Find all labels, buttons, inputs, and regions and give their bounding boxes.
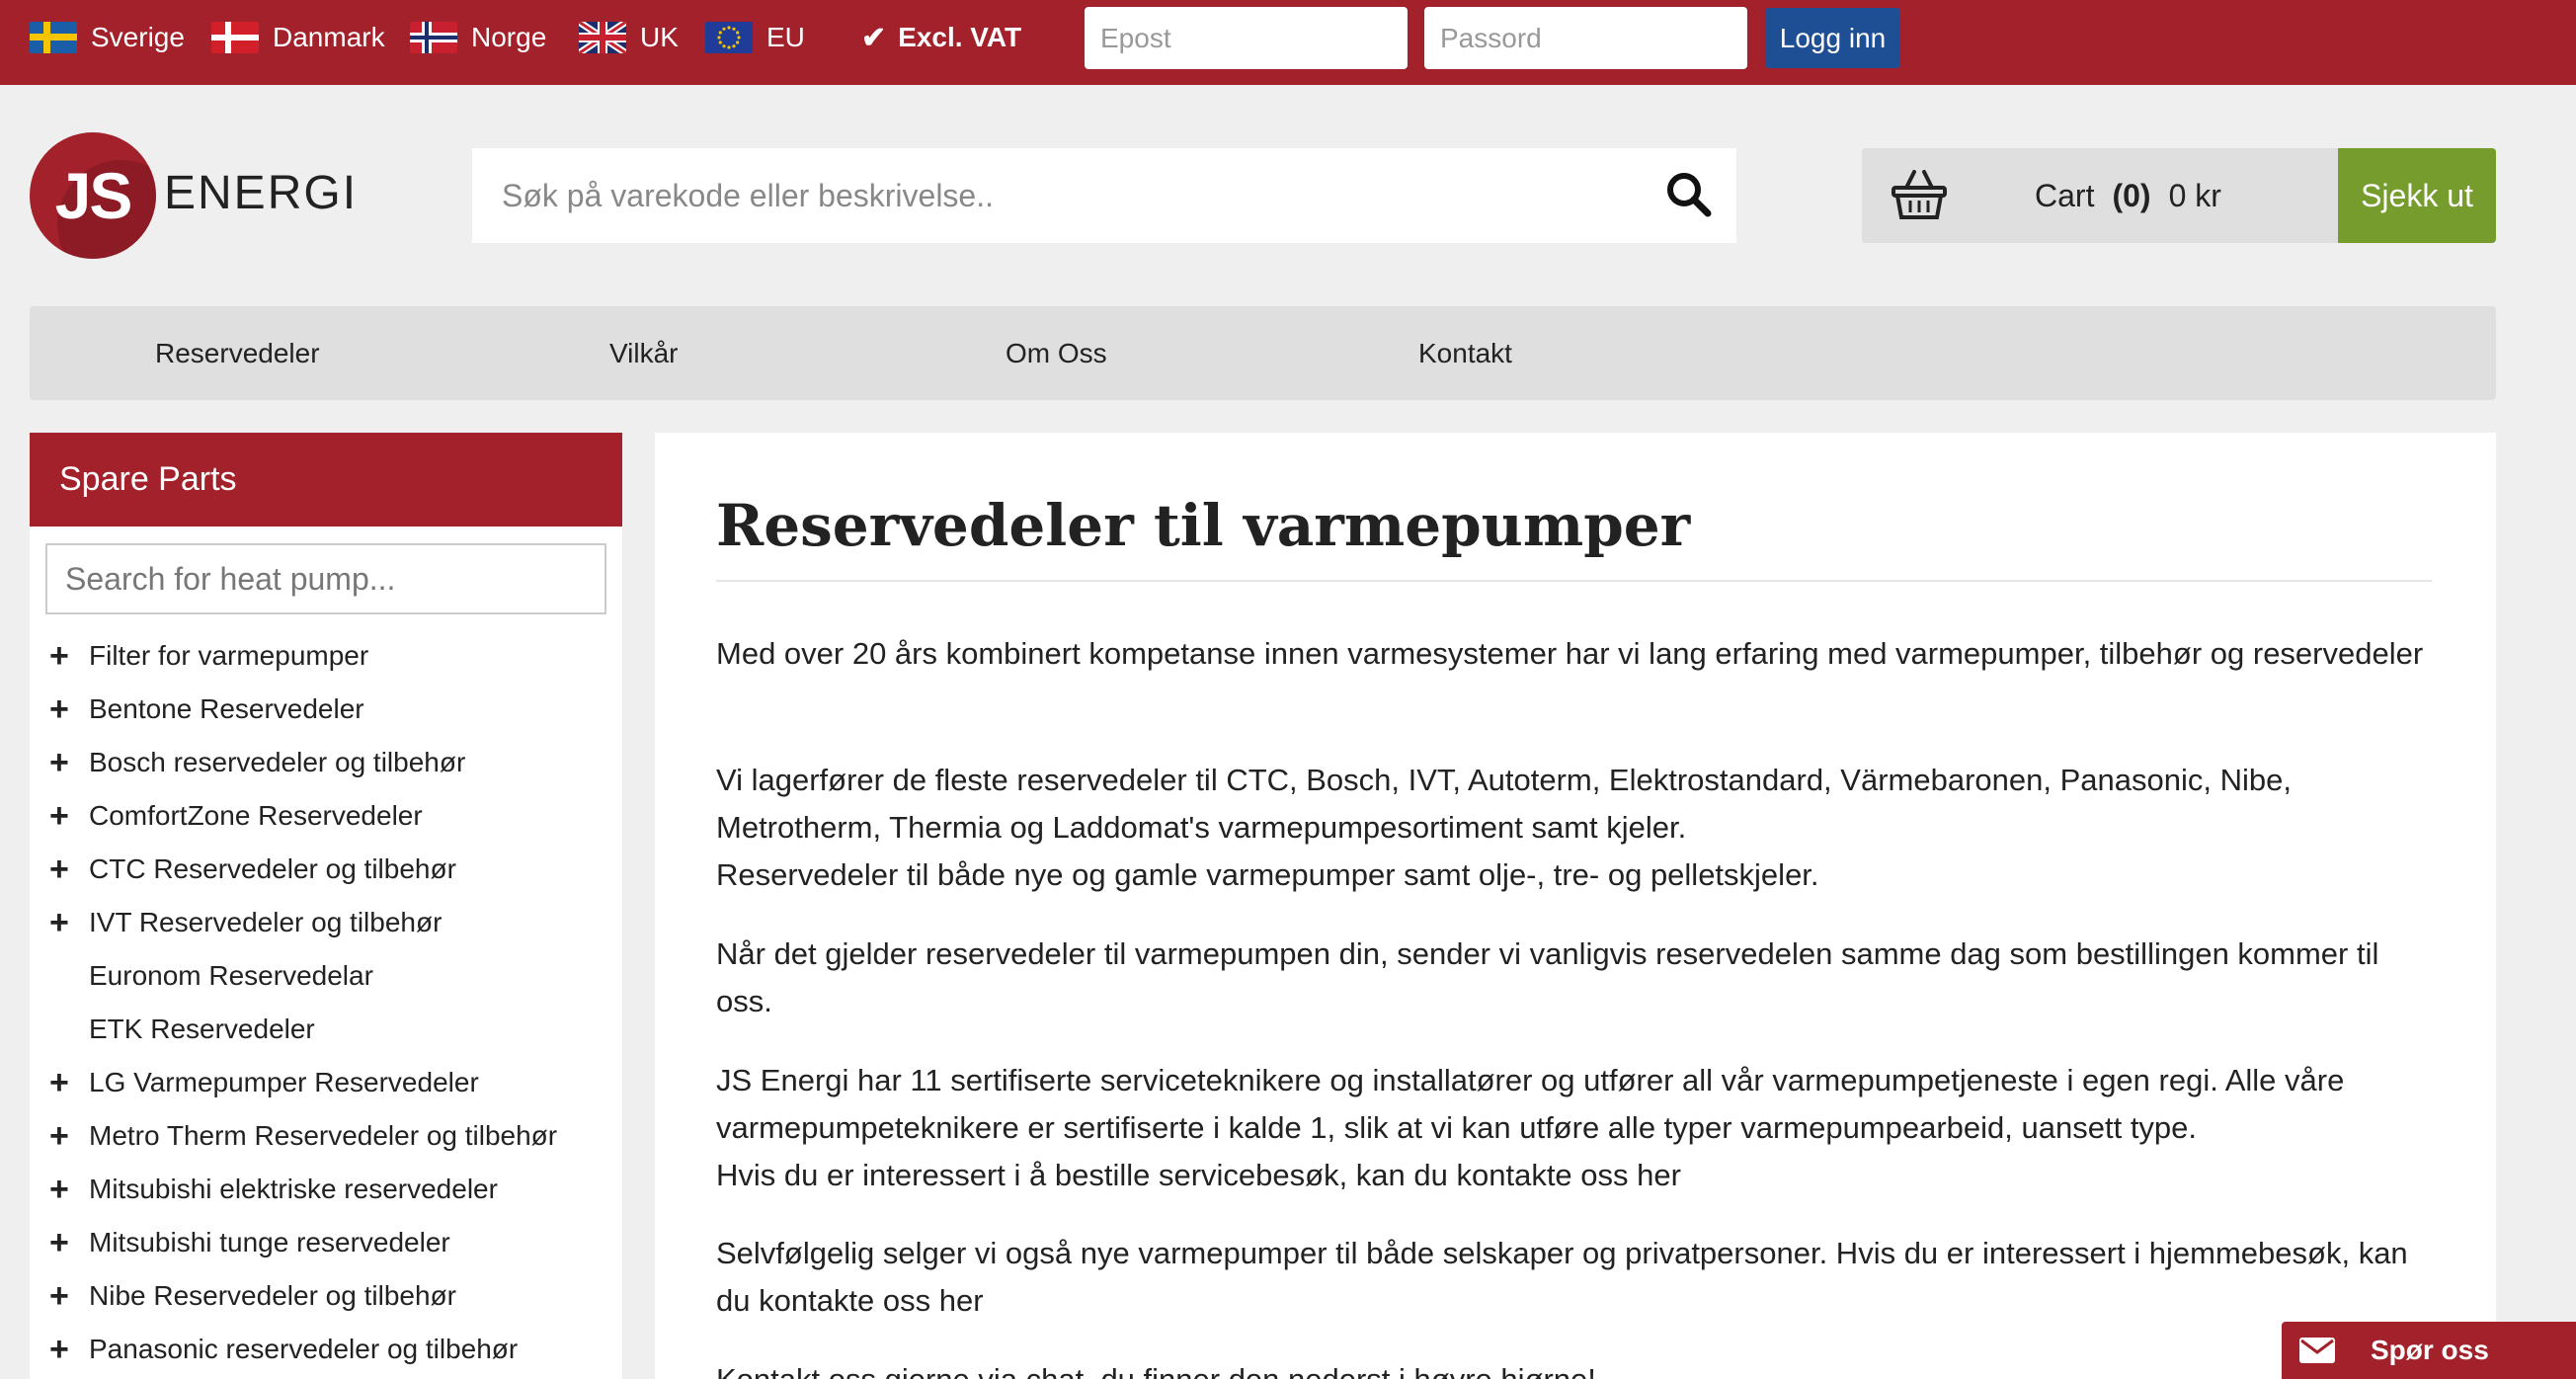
contact-link-home-visit[interactable]: Selvfølgelig selger vi også nye varmepum… <box>716 1230 2432 1325</box>
category-label: ETK Reservedeler <box>89 1014 315 1044</box>
checkout-button[interactable]: Sjekk ut <box>2338 148 2496 243</box>
plus-icon[interactable]: + <box>49 1066 89 1099</box>
plus-icon[interactable]: + <box>49 1119 89 1153</box>
page-title: Reservedeler til varmepumper <box>716 492 1691 559</box>
language-label: Norge <box>471 22 547 52</box>
eu-flag-icon <box>705 22 753 53</box>
category-label: Filter for varmepumper <box>89 640 369 671</box>
plus-icon[interactable]: + <box>49 746 89 779</box>
checkmark-icon: ✔ <box>861 21 887 54</box>
sidebar-category-item[interactable]: + Metro Therm Reservedeler og tilbehør <box>49 1116 557 1156</box>
sidebar-category-item[interactable]: + Nibe Reservedeler og tilbehør <box>49 1276 456 1316</box>
category-label: Bosch reservedeler og tilbehør <box>89 747 466 777</box>
plus-icon[interactable]: + <box>49 692 89 726</box>
login-button[interactable]: Logg inn <box>1765 8 1900 68</box>
category-label: Mitsubishi tunge reservedeler <box>89 1227 450 1257</box>
nav-item-om-oss[interactable]: Om Oss <box>1006 306 1107 400</box>
sidebar-category-item[interactable]: + IVT Reservedeler og tilbehør <box>49 903 442 942</box>
category-label: Euronom Reservedelar <box>89 960 373 991</box>
sidebar-category-item[interactable]: + Mitsubishi elektriske reservedeler <box>49 1170 498 1209</box>
plus-icon[interactable]: + <box>49 1279 89 1313</box>
nav-item-kontakt[interactable]: Kontakt <box>1418 306 1512 400</box>
category-label: Bentone Reservedeler <box>89 693 364 724</box>
search-icon[interactable] <box>1664 170 1714 219</box>
plus-icon[interactable]: + <box>49 852 89 886</box>
cart-total: 0 kr <box>2168 177 2221 213</box>
norway-flag-icon <box>410 22 457 53</box>
sidebar-category-item[interactable]: ETK Reservedeler <box>49 1010 315 1049</box>
paragraph: Når det gjelder reservedeler til varmepu… <box>716 936 2379 1018</box>
cart-label: Cart <box>2035 177 2095 213</box>
language-label: Danmark <box>273 22 385 52</box>
sidebar-category-item[interactable]: + LG Varmepumper Reservedeler <box>49 1063 479 1102</box>
chat-label: Spør oss <box>2371 1335 2489 1365</box>
cart-count: (0) <box>2112 177 2151 213</box>
paragraph: Kontakt oss gjerne via chat, du finner d… <box>716 1356 2432 1379</box>
vat-toggle[interactable]: ✔ Excl. VAT <box>861 0 1021 75</box>
uk-flag-icon <box>579 22 626 53</box>
basket-icon <box>1892 170 1947 219</box>
sidebar-category-item[interactable]: Euronom Reservedelar <box>49 956 373 996</box>
logo-js-text: JS <box>54 159 133 232</box>
paragraph: JS Energi har 11 sertifiserte servicetek… <box>716 1063 2345 1145</box>
plus-icon[interactable]: + <box>49 906 89 939</box>
category-label: IVT Reservedeler og tilbehør <box>89 907 443 937</box>
category-label: CTC Reservedeler og tilbehør <box>89 853 456 884</box>
nav-item-reservedeler[interactable]: Reservedeler <box>155 306 320 400</box>
paragraph: Reservedeler til både nye og gamle varme… <box>716 857 1819 892</box>
category-label: Metro Therm Reservedeler og tilbehør <box>89 1120 558 1151</box>
language-sverige[interactable]: Sverige <box>30 0 185 75</box>
sidebar-title: Spare Parts <box>30 433 622 527</box>
cart-summary[interactable]: Cart (0) 0 kr <box>2035 148 2221 243</box>
heat-pump-search-input[interactable]: Search for heat pump... <box>45 543 606 614</box>
category-label: ComfortZone Reservedeler <box>89 800 423 831</box>
nav-item-vilkar[interactable]: Vilkår <box>609 306 679 400</box>
language-eu[interactable]: EU <box>705 0 805 75</box>
plus-icon[interactable]: + <box>49 1226 89 1259</box>
password-field[interactable]: Passord <box>1424 7 1747 69</box>
search-input[interactable]: Søk på varekode eller beskrivelse.. <box>472 148 1736 243</box>
email-field[interactable]: Epost <box>1085 7 1408 69</box>
main-nav <box>30 306 2496 400</box>
sidebar-category-item[interactable]: + Bosch reservedeler og tilbehør <box>49 743 465 782</box>
language-danmark[interactable]: Danmark <box>211 0 385 75</box>
denmark-flag-icon <box>211 22 259 53</box>
sidebar-category-item[interactable]: + ComfortZone Reservedeler <box>49 796 423 836</box>
sidebar-category-item[interactable]: + Mitsubishi tunge reservedeler <box>49 1223 450 1262</box>
language-label: EU <box>766 22 805 52</box>
plus-icon[interactable]: + <box>49 1333 89 1366</box>
plus-icon[interactable]: + <box>49 1173 89 1206</box>
language-norge[interactable]: Norge <box>410 0 546 75</box>
sidebar-category-item[interactable]: + Bentone Reservedeler <box>49 690 364 729</box>
plus-icon[interactable]: + <box>49 639 89 673</box>
paragraph: Vi lagerfører de fleste reservedeler til… <box>716 763 2292 845</box>
chat-button[interactable]: Spør oss <box>2282 1322 2576 1379</box>
contact-link-service[interactable]: Hvis du er interessert i å bestille serv… <box>716 1152 2432 1199</box>
vat-label: Excl. VAT <box>898 22 1022 52</box>
sidebar-category-item[interactable]: + Panasonic reservedeler og tilbehør <box>49 1330 518 1369</box>
category-label: Panasonic reservedeler og tilbehør <box>89 1334 519 1364</box>
logo-energi-text: ENERGI <box>164 167 359 219</box>
language-label: UK <box>640 22 679 52</box>
language-uk[interactable]: UK <box>579 0 679 75</box>
category-label: Nibe Reservedeler og tilbehør <box>89 1280 456 1311</box>
language-label: Sverige <box>91 22 185 52</box>
sweden-flag-icon <box>30 22 77 53</box>
sidebar-category-item[interactable]: + Filter for varmepumper <box>49 636 368 676</box>
sidebar-category-item[interactable]: + CTC Reservedeler og tilbehør <box>49 850 456 889</box>
title-divider <box>716 580 2432 582</box>
category-label: LG Varmepumper Reservedeler <box>89 1067 479 1097</box>
paragraph: Med over 20 års kombinert kompetanse inn… <box>716 636 2424 671</box>
logo[interactable]: JS <box>30 132 156 259</box>
plus-icon[interactable]: + <box>49 799 89 833</box>
mail-icon <box>2299 1338 2335 1363</box>
category-label: Mitsubishi elektriske reservedeler <box>89 1174 498 1204</box>
